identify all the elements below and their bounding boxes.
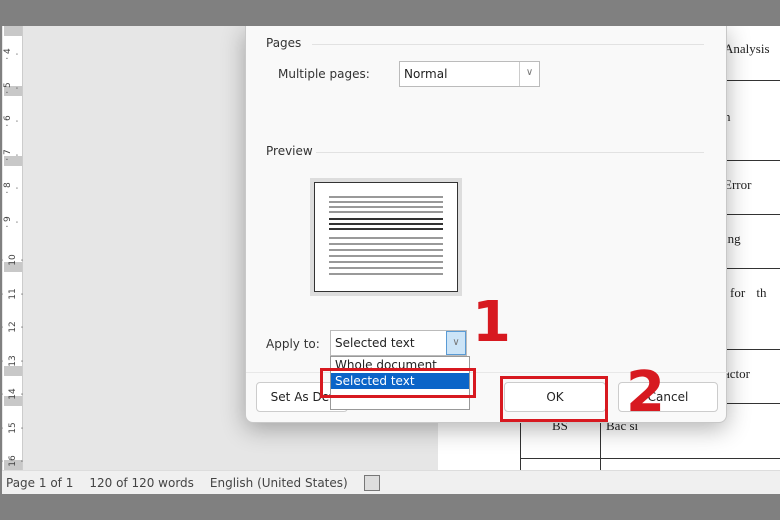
language[interactable]: English (United States) [210,476,348,490]
multiple-pages-select[interactable]: Normal ∨ [399,61,540,87]
preview-section-title: Preview [266,144,313,158]
table-cell: Error [724,177,752,192]
step-1-label: 1 [472,290,511,355]
status-bar: Page 1 of 1 120 of 120 words English (Un… [2,470,780,494]
ruler-label: · 13 · [2,354,28,367]
step-2-label: 2 [626,360,665,425]
apply-to-select[interactable]: Selected text ∨ [330,330,467,356]
ruler-label: · 14 · [2,388,28,400]
ruler-label: · 8 · [3,182,23,194]
page-count[interactable]: Page 1 of 1 [6,476,73,490]
ruler-label: · 6 · [3,115,23,127]
word-window: · 4 · · 5 · · 6 · · 7 · · 8 · · 9 · · 10 · · 11… [2,26,780,494]
apply-to-label: Apply to: [266,337,320,351]
preview-lines [329,196,443,275]
ruler-label: · 12 · [2,321,28,333]
chevron-down-icon[interactable]: ∨ [446,331,466,355]
pages-section-title: Pages [266,36,302,50]
page-preview [310,178,462,296]
table-cell: for th [730,285,767,300]
apply-to-value: Selected text [335,336,415,350]
accessibility-icon[interactable] [363,474,380,491]
multiple-pages-value: Normal [404,67,448,81]
highlight-box-2 [500,376,608,422]
ruler-label: · 16 · [2,455,28,467]
word-count[interactable]: 120 of 120 words [89,476,194,490]
ruler-label: · 10 · [2,254,28,266]
table-cell: actor [724,366,750,381]
table-cell: Analysis [724,41,770,56]
highlight-box-1 [320,368,476,398]
ruler-label: · 15 · [2,421,28,434]
ruler-label: · 11 · [2,287,28,300]
chevron-down-icon[interactable]: ∨ [519,62,539,86]
ruler-label: · 9 · [3,215,23,228]
multiple-pages-label: Multiple pages: [278,67,370,81]
ruler-label: · 4 · [3,48,23,60]
ruler-label: · 5 · [3,81,23,94]
ruler-label: · 7 · [3,148,23,161]
vertical-ruler: · 4 · · 5 · · 6 · · 7 · · 8 · · 9 · · 10 · · 11… [2,26,28,470]
